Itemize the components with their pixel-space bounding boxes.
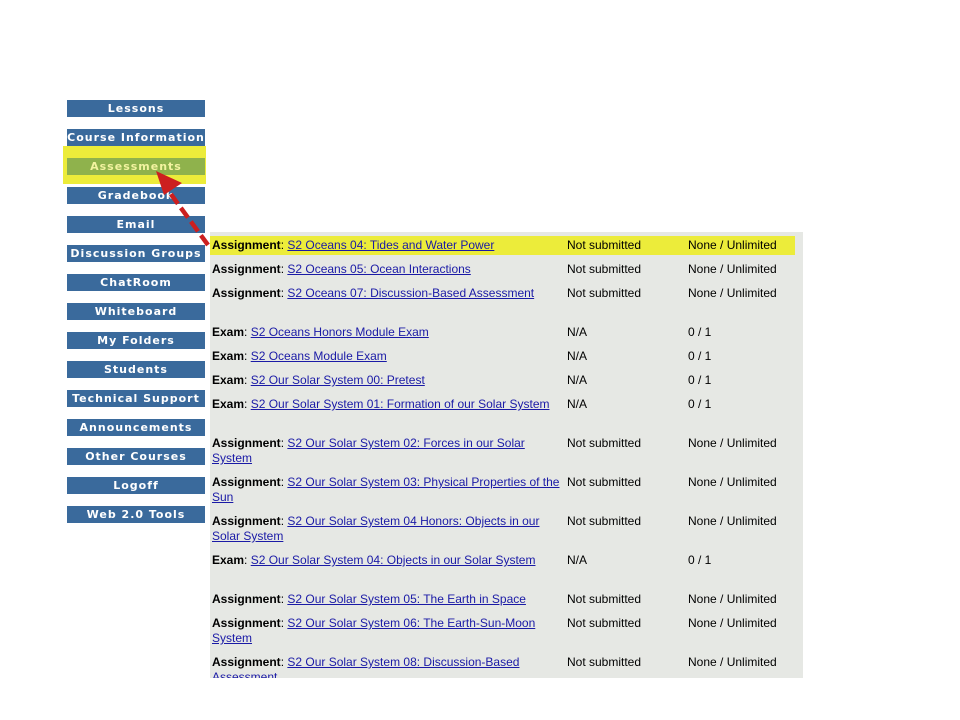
assessment-kind: Assignment — [212, 262, 281, 276]
submission-status: Not submitted — [567, 436, 642, 450]
submission-status: Not submitted — [567, 262, 642, 276]
attempts-value: None / Unlimited — [688, 436, 777, 450]
assessment-kind: Exam — [212, 553, 245, 567]
nav-web-tools-button[interactable]: Web 2.0 Tools — [67, 506, 205, 523]
submission-status: Not submitted — [567, 655, 642, 669]
nav-course-information-button[interactable]: Course Information — [67, 129, 205, 146]
assessment-link[interactable]: S2 Oceans Honors Module Exam — [251, 325, 429, 339]
assessment-kind: Exam — [212, 397, 245, 411]
assessment-list: Assignment: S2 Oceans 04: Tides and Wate… — [210, 232, 803, 678]
assessment-link[interactable]: S2 Our Solar System 05: The Earth in Spa… — [287, 592, 526, 606]
attempts-value: 0 / 1 — [688, 553, 712, 567]
table-row: Assignment: S2 Oceans 04: Tides and Wate… — [210, 236, 795, 255]
submission-status: Not submitted — [567, 616, 642, 630]
assessment-link[interactable]: S2 Oceans Module Exam — [251, 349, 387, 363]
attempts-value: None / Unlimited — [688, 286, 777, 300]
attempts-value: None / Unlimited — [688, 592, 777, 606]
annotation-arrow-icon — [156, 171, 210, 247]
assessment-kind: Assignment — [212, 655, 281, 669]
assessment-kind: Assignment — [212, 592, 281, 606]
submission-status: N/A — [567, 349, 588, 363]
assessment-kind: Assignment — [212, 436, 281, 450]
assessment-kind: Assignment — [212, 238, 281, 252]
assessment-link[interactable]: S2 Oceans 05: Ocean Interactions — [287, 262, 470, 276]
assessment-kind: Assignment — [212, 475, 281, 489]
attempts-value: None / Unlimited — [688, 514, 777, 528]
attempts-value: None / Unlimited — [688, 238, 777, 252]
submission-status: N/A — [567, 325, 588, 339]
assessment-kind: Exam — [212, 349, 245, 363]
assessment-link[interactable]: S2 Our Solar System 00: Pretest — [251, 373, 425, 387]
assessment-link[interactable]: S2 Our Solar System 01: Formation of our… — [251, 397, 550, 411]
assessment-link[interactable]: S2 Oceans 07: Discussion-Based Assessmen… — [287, 286, 534, 300]
submission-status: N/A — [567, 373, 588, 387]
nav-my-folders-button[interactable]: My Folders — [67, 332, 205, 349]
attempts-value: 0 / 1 — [688, 349, 712, 363]
page: Lessons Course Information Assessments G… — [0, 0, 960, 720]
attempts-value: 0 / 1 — [688, 397, 712, 411]
submission-status: N/A — [567, 553, 588, 567]
nav-lessons-button[interactable]: Lessons — [67, 100, 205, 117]
submission-status: Not submitted — [567, 592, 642, 606]
assessment-kind: Assignment — [212, 616, 281, 630]
assessment-kind: Assignment — [212, 286, 281, 300]
attempts-value: None / Unlimited — [688, 475, 777, 489]
submission-status: Not submitted — [567, 475, 642, 489]
submission-status: Not submitted — [567, 514, 642, 528]
attempts-value: None / Unlimited — [688, 262, 777, 276]
assessment-link[interactable]: S2 Oceans 04: Tides and Water Power — [287, 238, 494, 252]
submission-status: N/A — [567, 397, 588, 411]
attempts-value: 0 / 1 — [688, 373, 712, 387]
nav-chatroom-button[interactable]: ChatRoom — [67, 274, 205, 291]
attempts-value: None / Unlimited — [688, 616, 777, 630]
nav-whiteboard-button[interactable]: Whiteboard — [67, 303, 205, 320]
submission-status: Not submitted — [567, 286, 642, 300]
attempts-value: None / Unlimited — [688, 655, 777, 669]
assessment-link[interactable]: S2 Our Solar System 04: Objects in our S… — [251, 553, 536, 567]
assessment-kind: Exam — [212, 373, 245, 387]
submission-status: Not submitted — [567, 238, 642, 252]
assessment-kind: Assignment — [212, 514, 281, 528]
assessment-kind: Exam — [212, 325, 245, 339]
nav-technical-support-button[interactable]: Technical Support — [67, 390, 205, 407]
nav-logoff-button[interactable]: Logoff — [67, 477, 205, 494]
nav-students-button[interactable]: Students — [67, 361, 205, 378]
nav-other-courses-button[interactable]: Other Courses — [67, 448, 205, 465]
attempts-value: 0 / 1 — [688, 325, 712, 339]
nav-announcements-button[interactable]: Announcements — [67, 419, 205, 436]
